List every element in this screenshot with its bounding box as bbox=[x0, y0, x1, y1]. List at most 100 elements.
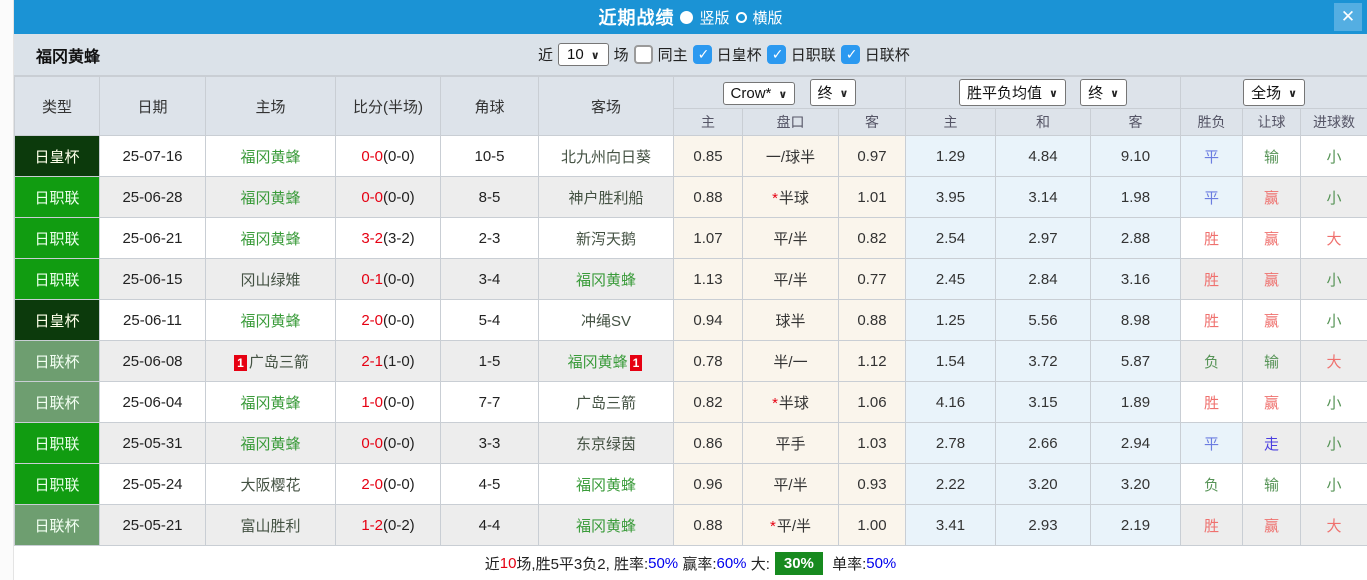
cell-odds-draw: 2.93 bbox=[995, 504, 1092, 546]
cell-odds-home: 3.41 bbox=[905, 504, 997, 546]
col-header-score: 比分(半场) bbox=[335, 76, 441, 136]
cell-handicap-line: *半球 bbox=[742, 381, 839, 423]
cell-handicap-line: *平/半 bbox=[742, 504, 839, 546]
cell-odds-home: 2.45 bbox=[905, 258, 997, 300]
scope-select[interactable]: 全场 bbox=[1243, 79, 1306, 106]
cell-handicap-home-odds: 0.82 bbox=[673, 381, 743, 423]
cell-competition-type: 日职联 bbox=[14, 176, 100, 218]
dialog-titlebar: 近期战绩 竖版 横版 ✕ bbox=[14, 0, 1367, 34]
cell-home-team: 冈山绿雉 bbox=[205, 258, 336, 300]
cell-result-wdl: 平 bbox=[1180, 135, 1244, 177]
cell-odds-draw: 3.72 bbox=[995, 340, 1092, 382]
cell-handicap-away-odds: 1.00 bbox=[837, 504, 907, 546]
cell-odds-home: 2.22 bbox=[905, 463, 997, 505]
chevron-down-icon bbox=[1110, 84, 1119, 101]
cell-away-team: 福冈黄蜂 bbox=[538, 463, 674, 505]
cell-corners: 10-5 bbox=[440, 135, 539, 177]
cell-handicap-home-odds: 0.96 bbox=[673, 463, 743, 505]
cell-result-handicap: 赢 bbox=[1242, 217, 1302, 259]
cell-date: 25-05-21 bbox=[99, 504, 206, 546]
subcol-handicap-home: 主 bbox=[673, 108, 743, 136]
cell-odds-away: 2.94 bbox=[1090, 422, 1182, 464]
cell-result-wdl: 胜 bbox=[1180, 381, 1244, 423]
cell-competition-type: 日职联 bbox=[14, 258, 100, 300]
cell-result-goals: 小 bbox=[1300, 463, 1367, 505]
cell-handicap-home-odds: 0.85 bbox=[673, 135, 743, 177]
cell-score: 1-2(0-2) bbox=[335, 504, 441, 546]
summary-segment: 大: bbox=[746, 555, 770, 573]
match-count-select[interactable]: 10 bbox=[558, 43, 609, 66]
cell-date: 25-06-04 bbox=[99, 381, 206, 423]
recent-label: 近 bbox=[538, 47, 554, 64]
league-cup-label[interactable]: 日联杯 bbox=[865, 44, 910, 65]
same-home-checkbox[interactable] bbox=[633, 45, 653, 64]
same-home-label[interactable]: 同主 bbox=[658, 44, 688, 65]
cell-competition-type: 日皇杯 bbox=[14, 135, 100, 177]
cell-competition-type: 日职联 bbox=[14, 422, 100, 464]
close-icon[interactable]: ✕ bbox=[1334, 3, 1362, 31]
chevron-down-icon bbox=[591, 46, 600, 63]
cell-score: 0-0(0-0) bbox=[335, 135, 441, 177]
table-row: 日职联 25-06-28 福冈黄蜂 0-0(0-0) 8-5 神户胜利船 0.8… bbox=[14, 176, 1367, 218]
red-card-badge: 1 bbox=[234, 354, 247, 371]
j-league-label[interactable]: 日职联 bbox=[791, 44, 836, 65]
cell-result-goals: 小 bbox=[1300, 299, 1367, 341]
cell-home-team: 1 广岛三箭 bbox=[205, 340, 336, 382]
emperors-cup-label[interactable]: 日皇杯 bbox=[717, 44, 762, 65]
results-table: 类型 日期 主场 比分(半场) 角球 客场 Crow* 终 胜平负均值 终 bbox=[14, 76, 1367, 546]
cell-corners: 5-4 bbox=[440, 299, 539, 341]
chevron-down-icon bbox=[840, 84, 849, 101]
cell-result-wdl: 负 bbox=[1180, 340, 1244, 382]
cell-away-team: 东京绿茵 bbox=[538, 422, 674, 464]
cell-competition-type: 日皇杯 bbox=[14, 299, 100, 341]
handicap-time-select[interactable]: 终 bbox=[809, 79, 857, 106]
bookmaker-select[interactable]: Crow* bbox=[722, 82, 796, 105]
cell-date: 25-06-11 bbox=[99, 299, 206, 341]
cell-result-handicap: 走 bbox=[1242, 422, 1302, 464]
cell-score: 0-0(0-0) bbox=[335, 422, 441, 464]
cell-odds-draw: 2.66 bbox=[995, 422, 1092, 464]
cell-handicap-away-odds: 0.82 bbox=[837, 217, 907, 259]
cell-handicap-home-odds: 0.88 bbox=[673, 504, 743, 546]
handicap-group-header: Crow* 终 bbox=[672, 76, 907, 109]
col-header-home: 主场 bbox=[205, 76, 336, 136]
cell-handicap-line: *半球 bbox=[742, 176, 839, 218]
odds-avg-select[interactable]: 胜平负均值 bbox=[958, 79, 1066, 106]
summary-segment: 10 bbox=[499, 554, 517, 572]
cell-home-team: 福冈黄蜂 bbox=[205, 135, 336, 177]
results-body: 日皇杯 25-07-16 福冈黄蜂 0-0(0-0) 10-5 北九州向日葵 0… bbox=[14, 135, 1367, 546]
vertical-radio-label[interactable]: 竖版 bbox=[699, 7, 729, 28]
cell-away-team: 北九州向日葵 bbox=[538, 135, 674, 177]
asterisk-marker: * bbox=[772, 189, 778, 207]
table-row: 日联杯 25-06-04 福冈黄蜂 1-0(0-0) 7-7 广岛三箭 0.82… bbox=[14, 381, 1367, 423]
cell-handicap-home-odds: 0.88 bbox=[673, 176, 743, 218]
summary-segment: 近 bbox=[484, 555, 500, 573]
subcol-handicap-away: 客 bbox=[837, 108, 907, 136]
cell-handicap-home-odds: 0.78 bbox=[673, 340, 743, 382]
emperors-cup-checkbox[interactable] bbox=[692, 45, 712, 64]
cell-score: 0-1(0-0) bbox=[335, 258, 441, 300]
horizontal-radio[interactable] bbox=[735, 11, 747, 23]
subcol-odds-draw: 和 bbox=[995, 108, 1092, 136]
cell-score: 2-1(1-0) bbox=[335, 340, 441, 382]
cell-handicap-away-odds: 0.88 bbox=[837, 299, 907, 341]
filter-controls: 近 10 场 同主 日皇杯 日职联 日联杯 bbox=[538, 43, 910, 66]
cell-away-team: 冲绳SV bbox=[538, 299, 674, 341]
cell-handicap-line: 球半 bbox=[742, 299, 839, 341]
cell-result-goals: 大 bbox=[1300, 217, 1367, 259]
cell-odds-draw: 4.84 bbox=[995, 135, 1092, 177]
cell-corners: 2-3 bbox=[440, 217, 539, 259]
cell-date: 25-06-28 bbox=[99, 176, 206, 218]
cell-odds-draw: 3.20 bbox=[995, 463, 1092, 505]
cell-score: 2-0(0-0) bbox=[335, 463, 441, 505]
cell-odds-home: 4.16 bbox=[905, 381, 997, 423]
cell-result-handicap: 赢 bbox=[1242, 258, 1302, 300]
vertical-radio[interactable] bbox=[680, 10, 694, 24]
odds-time-select[interactable]: 终 bbox=[1080, 79, 1128, 106]
cell-handicap-away-odds: 1.06 bbox=[837, 381, 907, 423]
cell-handicap-away-odds: 1.03 bbox=[837, 422, 907, 464]
horizontal-radio-label[interactable]: 横版 bbox=[753, 7, 783, 28]
league-cup-checkbox[interactable] bbox=[840, 45, 860, 64]
cell-odds-away: 8.98 bbox=[1090, 299, 1182, 341]
j-league-checkbox[interactable] bbox=[766, 45, 786, 64]
